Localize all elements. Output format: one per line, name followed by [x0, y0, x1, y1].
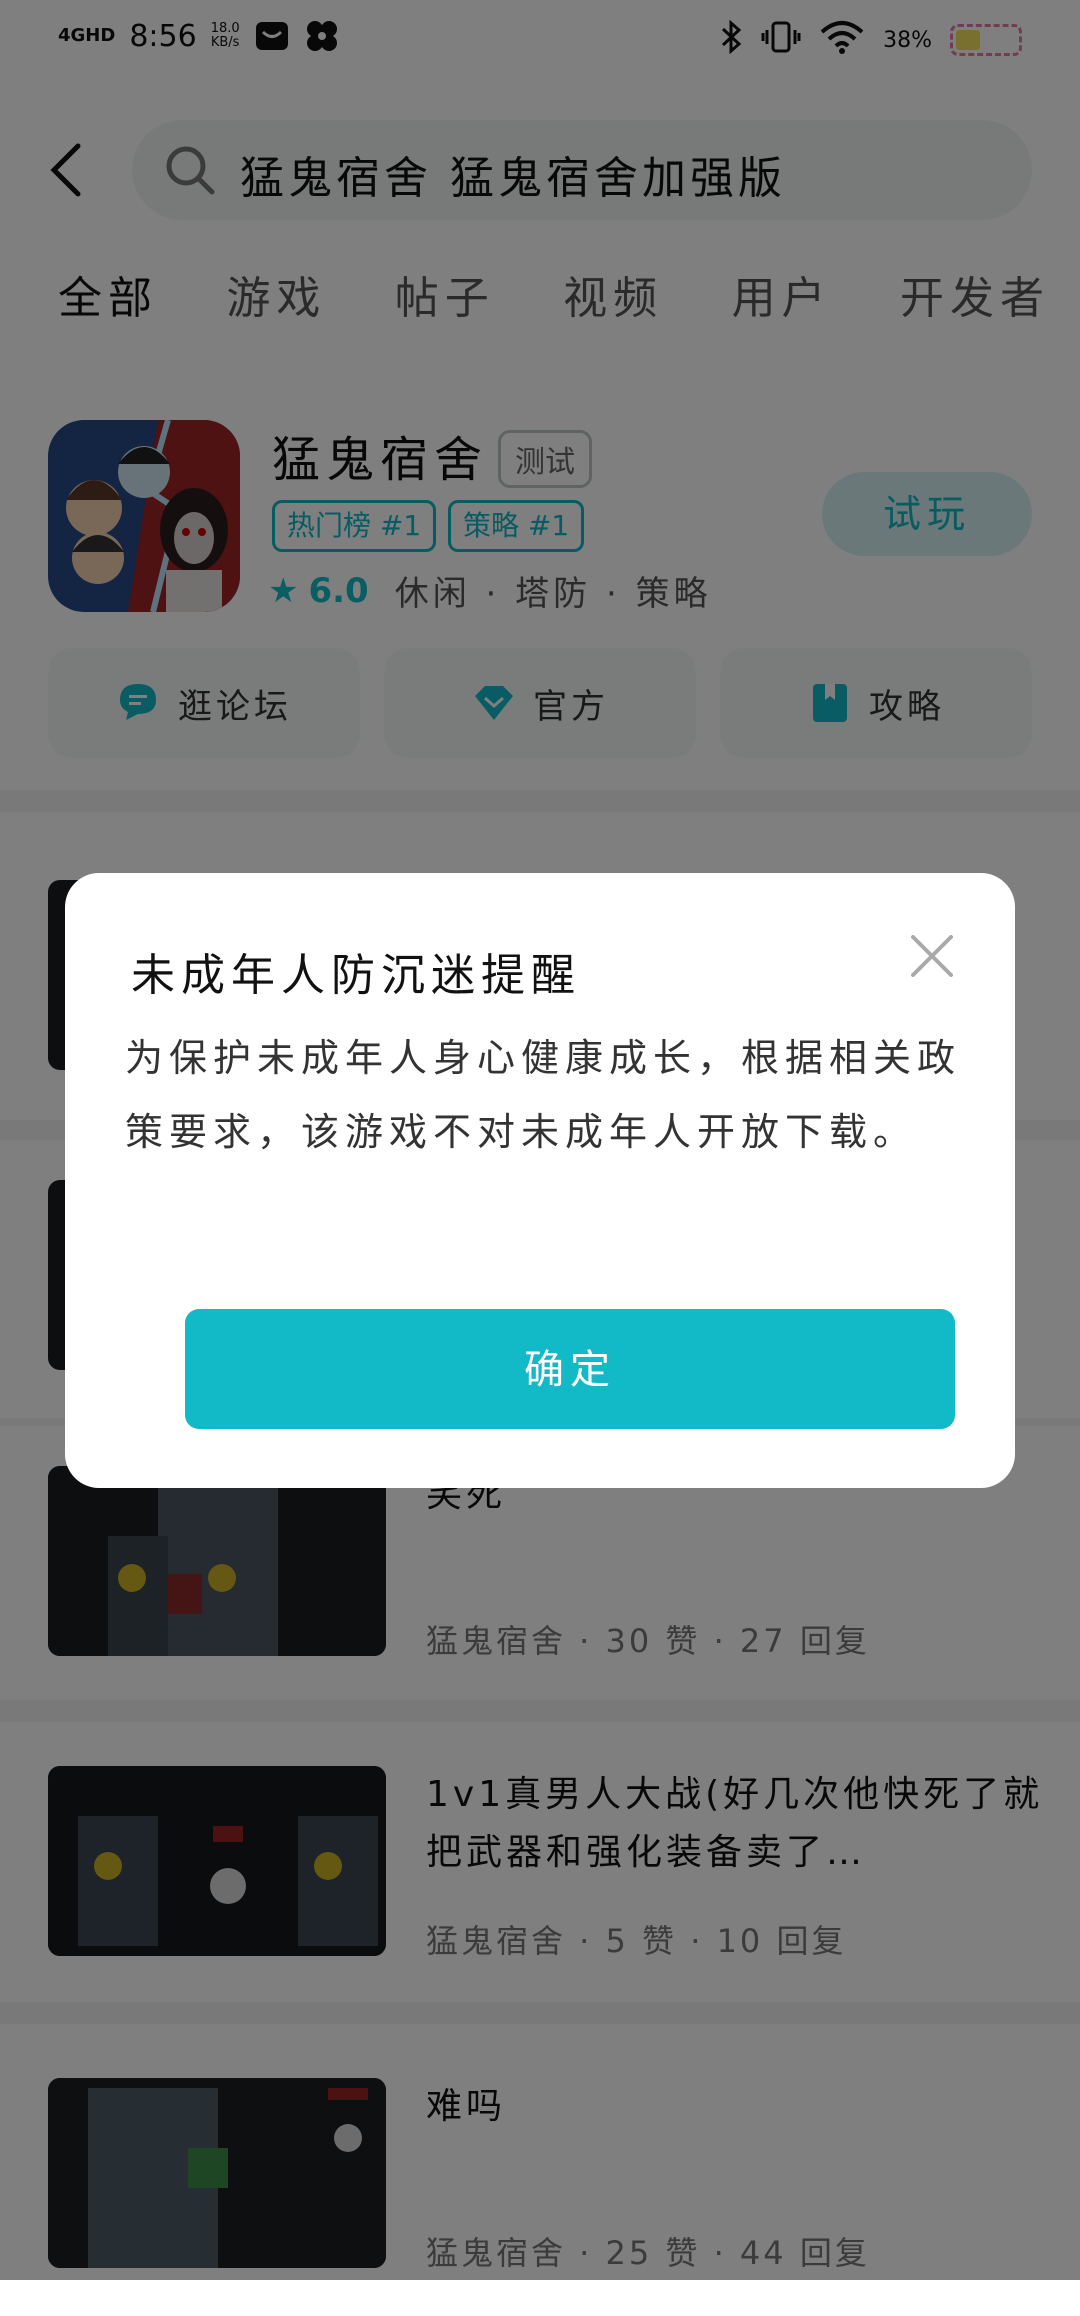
dialog-title: 未成年人防沉迷提醒: [131, 950, 581, 1001]
dialog-message: 为保护未成年人身心健康成长，根据相关政策要求，该游戏不对未成年人开放下载。: [125, 1036, 962, 1154]
confirm-button[interactable]: 确定: [185, 1309, 955, 1429]
search-results-page: 4GHD 8:56 18.0 KB/s 38%: [0, 0, 1080, 2316]
close-icon: [911, 935, 953, 977]
anti-addiction-dialog: 未成年人防沉迷提醒 为保护未成年人身心健康成长，根据相关政策要求，该游戏不对未成…: [65, 873, 1015, 1488]
close-button[interactable]: [907, 931, 957, 981]
